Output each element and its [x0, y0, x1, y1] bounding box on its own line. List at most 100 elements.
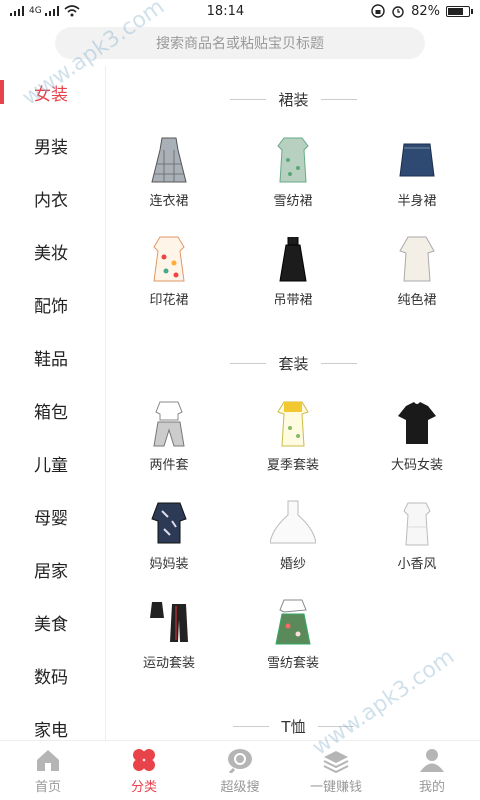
tab-category[interactable]: 分类 — [96, 741, 192, 800]
category-item[interactable]: 两件套 — [107, 396, 231, 495]
category-item-label: 印花裙 — [149, 293, 189, 308]
divider-line — [320, 98, 357, 100]
plaid-dress-icon — [146, 134, 192, 184]
category-item-label: 两件套 — [149, 458, 189, 473]
category-item-label: 夏季套装 — [266, 458, 319, 473]
sidebar-item[interactable]: 箱包 — [0, 384, 105, 437]
divider-line — [230, 98, 267, 100]
wifi-icon — [64, 5, 80, 17]
category-item-label: 雪纺裙 — [273, 194, 313, 209]
tab-profile[interactable]: 我的 — [384, 741, 480, 800]
category-item[interactable]: 吊带裙 — [231, 231, 355, 330]
section-title: T恤 — [107, 693, 480, 740]
sidebar-item[interactable]: 美妆 — [0, 225, 105, 278]
search-placeholder: 搜索商品名或粘贴宝贝标题 — [156, 36, 324, 52]
sport-set-icon — [146, 596, 192, 646]
sidebar-item[interactable]: 居家 — [0, 543, 105, 596]
two-piece-icon — [146, 398, 192, 448]
chiffon-set-icon — [270, 596, 316, 646]
wedding-dress-icon — [270, 497, 316, 547]
plus-size-tee-icon — [394, 398, 440, 448]
tab-label: 我的 — [418, 779, 445, 795]
signal-icon-2 — [44, 6, 59, 16]
tab-label: 分类 — [130, 779, 157, 795]
denim-skirt-icon — [394, 134, 440, 184]
category-grid: 连衣裙 雪纺裙 半身裙印花裙 吊带裙 纯色裙 — [107, 132, 480, 330]
category-item-label: 运动套装 — [142, 656, 195, 671]
category-item[interactable]: 雪纺套装 — [231, 594, 355, 693]
sidebar-item[interactable]: 家电 — [0, 702, 105, 740]
category-item[interactable]: 雪纺裙 — [231, 132, 355, 231]
category-item[interactable]: 运动套装 — [107, 594, 231, 693]
category-item[interactable]: 印花裙 — [107, 231, 231, 330]
category-grid: 两件套 夏季套装 大码女装妈妈装 婚纱 小香风运动套装 雪纺套装 — [107, 396, 480, 693]
tab-label: 一键赚钱 — [309, 779, 362, 795]
category-item[interactable]: 连衣裙 — [107, 132, 231, 231]
profile-icon — [420, 748, 444, 772]
category-item-label: 大码女装 — [390, 458, 443, 473]
status-time: 18:14 — [206, 3, 245, 19]
home-icon — [37, 749, 59, 771]
section-title-text: 裙装 — [278, 90, 309, 109]
category-item-label: 婚纱 — [279, 557, 306, 572]
category-item-label: 雪纺套装 — [266, 656, 319, 671]
status-bar: 4G 18:14 82% — [0, 0, 480, 22]
category-icon — [133, 748, 155, 771]
category-item-label: 小香风 — [397, 557, 437, 572]
sidebar-item[interactable]: 女装 — [0, 66, 105, 119]
sidebar-item[interactable]: 内衣 — [0, 172, 105, 225]
lock-rotation-icon — [371, 4, 385, 18]
tab-label: 首页 — [34, 779, 61, 795]
category-item-label: 吊带裙 — [273, 293, 313, 308]
divider-line — [317, 725, 354, 727]
category-content: 裙装连衣裙 雪纺裙 半身裙印花裙 吊带裙 纯色裙套装两件套 夏季套装 大码女装妈妈装 婚纱 小香… — [107, 66, 480, 740]
sidebar-item[interactable]: 母婴 — [0, 490, 105, 543]
divider-line — [230, 362, 267, 364]
mom-wear-icon — [146, 497, 192, 547]
sidebar-item[interactable]: 男装 — [0, 119, 105, 172]
print-dress-icon — [146, 233, 192, 283]
category-item-label: 妈妈装 — [149, 557, 189, 572]
bottom-tab-bar: 首页 分类 超级搜 一键赚钱 我的 — [0, 740, 480, 800]
sidebar-item[interactable]: 数码 — [0, 649, 105, 702]
search-input[interactable]: 搜索商品名或粘贴宝贝标题 — [55, 27, 425, 59]
earn-money-icon — [323, 750, 349, 773]
sidebar-item[interactable]: 配饰 — [0, 278, 105, 331]
category-item[interactable]: 妈妈装 — [107, 495, 231, 594]
category-sidebar: 女装 男装 内衣 美妆 配饰 鞋品 箱包 儿童 母婴 居家 美食 数码 家电 — [0, 66, 106, 740]
summer-set-icon — [270, 398, 316, 448]
signal-icon — [10, 6, 24, 16]
chiffon-dress-icon — [270, 134, 316, 184]
category-item[interactable]: 小香风 — [355, 495, 479, 594]
slip-dress-icon — [270, 233, 316, 283]
battery-percent: 82% — [411, 3, 440, 19]
network-type: 4G — [29, 6, 42, 16]
divider-line — [320, 362, 357, 364]
section-title: 裙装 — [107, 66, 480, 132]
section-title: 套装 — [107, 330, 480, 396]
sidebar-item[interactable]: 鞋品 — [0, 331, 105, 384]
sidebar-item[interactable]: 儿童 — [0, 437, 105, 490]
category-item[interactable]: 纯色裙 — [355, 231, 479, 330]
super-search-icon — [228, 748, 252, 773]
solid-dress-icon — [394, 233, 440, 283]
category-item[interactable]: 婚纱 — [231, 495, 355, 594]
category-item[interactable]: 夏季套装 — [231, 396, 355, 495]
category-item-label: 纯色裙 — [397, 293, 437, 308]
signal-indicators: 4G — [10, 5, 80, 17]
category-item-label: 连衣裙 — [149, 194, 189, 209]
battery-icon — [445, 5, 473, 17]
category-item[interactable]: 半身裙 — [355, 132, 479, 231]
sidebar-item[interactable]: 美食 — [0, 596, 105, 649]
tab-home[interactable]: 首页 — [0, 741, 96, 800]
divider-line — [233, 725, 270, 727]
tab-earn-money[interactable]: 一键赚钱 — [288, 741, 384, 800]
category-item-label: 半身裙 — [397, 194, 437, 209]
tab-super-search[interactable]: 超级搜 — [192, 741, 288, 800]
alarm-icon — [392, 6, 404, 18]
section-title-text: 套装 — [278, 354, 309, 373]
tweed-dress-icon — [394, 497, 440, 547]
tab-label: 超级搜 — [220, 779, 260, 795]
category-item[interactable]: 大码女装 — [355, 396, 479, 495]
section-title-text: T恤 — [281, 717, 306, 736]
